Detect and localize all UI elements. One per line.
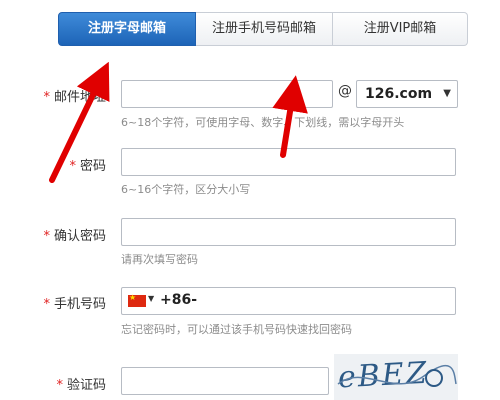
red-arrow-annotation: [49, 61, 308, 183]
